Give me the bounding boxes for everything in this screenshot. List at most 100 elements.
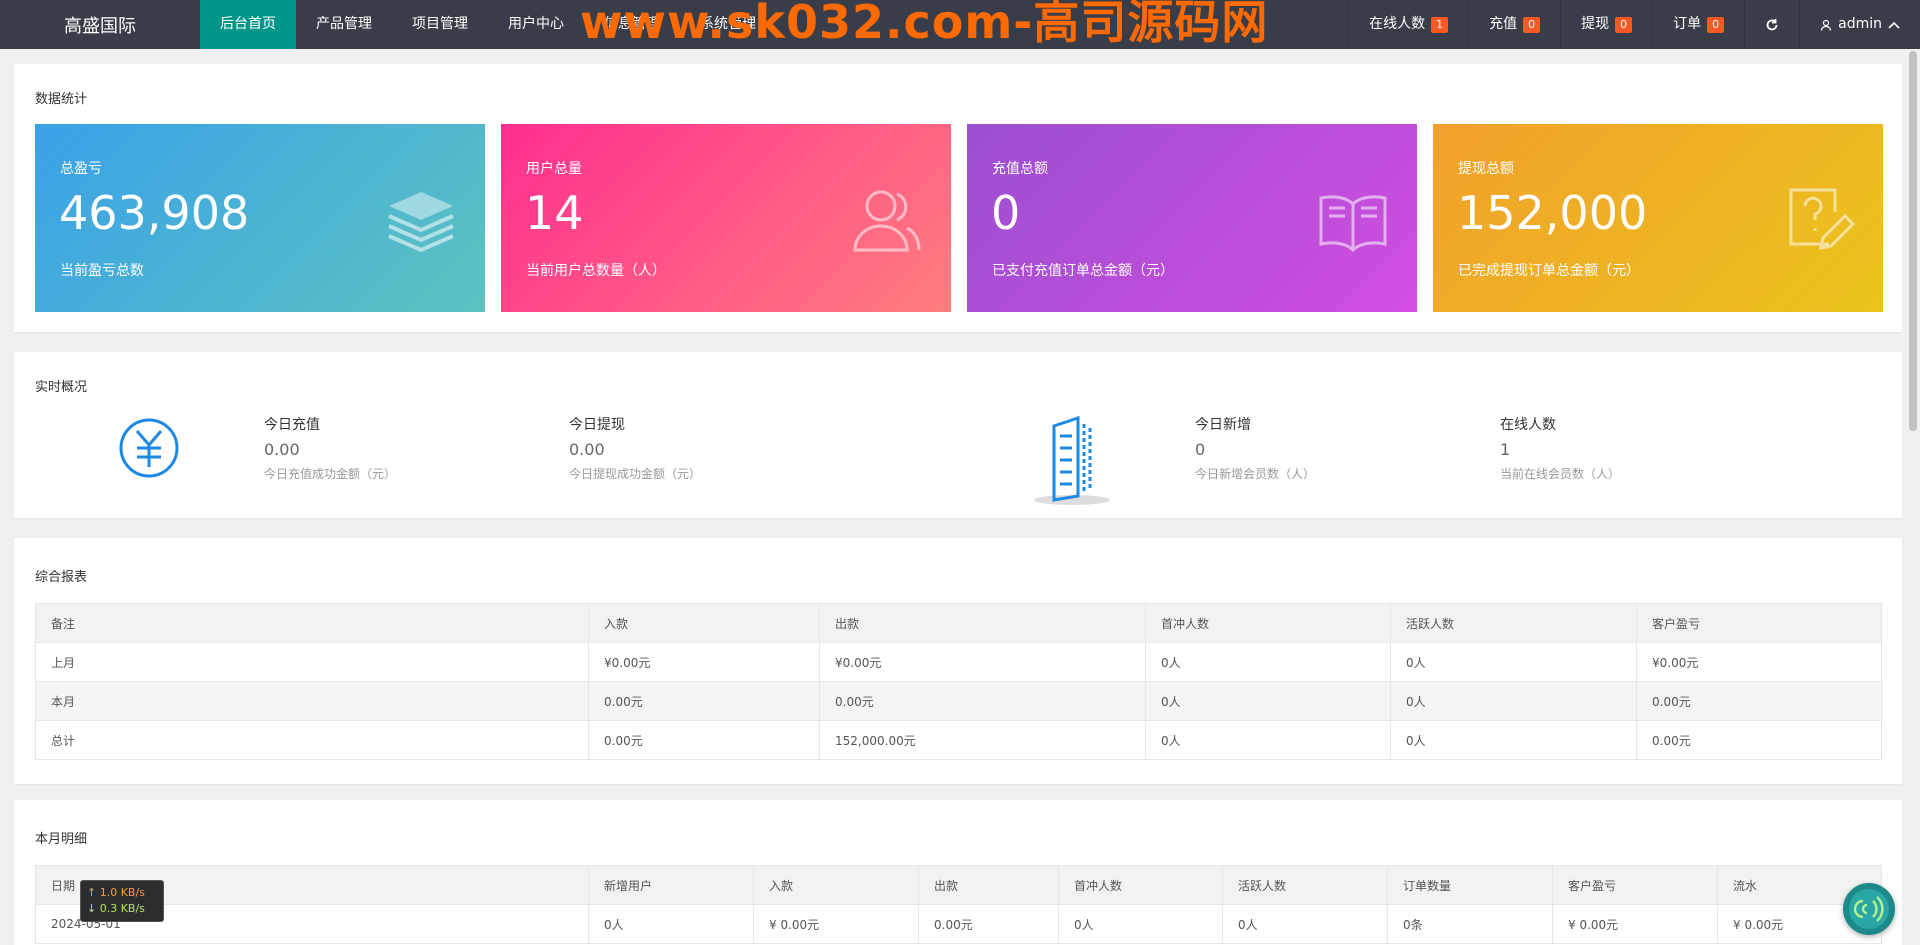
col-header: 客户盈亏 [1552,865,1718,905]
col-header: 入款 [753,865,919,905]
col-header: 订单数量 [1387,865,1553,905]
nav-system[interactable]: 系统管理 [680,0,776,49]
chevron-up-icon [1888,21,1900,29]
report-table: 备注 入款 出款 首冲人数 活跃人数 客户盈亏 上月 ¥0.00元 ¥0.00元… [35,603,1882,760]
withdraw-badge: 0 [1615,16,1633,33]
top-right-nav: 在线人数 1 充值 0 提现 0 订单 0 admin [1348,0,1920,49]
cell: 0.00元 [819,681,1146,721]
cell: 0人 [1145,642,1391,682]
cell: 总计 [35,720,589,760]
col-header: 首冲人数 [1058,865,1223,905]
cell: ¥ 0.00元 [753,904,919,944]
rt-label: 在线人数 [1500,417,1556,433]
col-header: 客户盈亏 [1636,603,1882,643]
rt-value: 0.00 [569,440,605,459]
online-members: 在线人数 1 当前在线会员数（人） [1500,414,1620,482]
orders-label: 订单 [1673,16,1702,32]
nav-users[interactable]: 用户中心 [488,0,584,49]
cell: 上月 [35,642,589,682]
site-logo[interactable]: 高盛国际 [0,12,200,38]
table-row: 总计 0.00元 152,000.00元 0人 0人 0.00元 [35,720,1882,760]
stat-card-recharge: 充值总额 0 已支付充值订单总金额（元） [967,124,1417,312]
cell: 0人 [1390,720,1637,760]
network-speed-widget: ↑ 1.0 KB/s ↓ 0.3 KB/s [80,880,164,922]
rt-value: 0 [1195,440,1206,459]
stats-panel: 数据统计 总盈亏 463,908 当前盈亏总数 用户总量 14 当前用户总数量（… [14,64,1902,332]
stat-value: 152,000 [1457,186,1648,240]
stat-label: 总盈亏 [60,161,102,177]
rt-sub: 今日充值成功金额（元） [264,467,397,481]
yuan-icon [119,418,179,478]
rt-label: 今日新增 [1195,417,1251,433]
stat-card-withdraw: 提现总额 152,000 已完成提现订单总金额（元） [1433,124,1883,312]
user-menu[interactable]: admin [1799,0,1920,49]
orders-badge: 0 [1707,16,1725,33]
nav-home[interactable]: 后台首页 [200,0,296,49]
table-row: 2024-05-01 0人 ¥ 0.00元 0.00元 0人 0人 0条 ¥ 0… [35,904,1882,944]
col-header: 活跃人数 [1222,865,1388,905]
users-icon [853,190,921,252]
nav-projects[interactable]: 项目管理 [392,0,488,49]
online-count-badge: 1 [1431,16,1449,33]
cell: 0人 [588,904,754,944]
refresh-icon [1766,18,1778,30]
report-title: 综合报表 [35,570,88,585]
main-nav: 后台首页 产品管理 项目管理 用户中心 信息管理 系统管理 [200,0,776,49]
table-header-row: 备注 入款 出款 首冲人数 活跃人数 客户盈亏 [35,603,1882,643]
scrollbar-thumb[interactable] [1909,51,1917,431]
stat-card-profit: 总盈亏 463,908 当前盈亏总数 [35,124,485,312]
stat-label: 用户总量 [526,161,582,177]
rt-value: 1 [1500,440,1511,459]
col-header: 首冲人数 [1145,603,1391,643]
refresh-button[interactable] [1744,0,1799,49]
cell: ¥0.00元 [819,642,1146,682]
rt-sub: 今日提现成功金额（元） [569,467,702,481]
rt-label: 今日充值 [264,417,320,433]
cell: 0人 [1058,904,1223,944]
nav-products[interactable]: 产品管理 [296,0,392,49]
today-new-members: 今日新增 0 今日新增会员数（人） [1195,414,1315,482]
stat-sub: 已完成提现订单总金额（元） [1458,263,1640,279]
cell: 0人 [1145,720,1391,760]
orders-link[interactable]: 订单 0 [1652,0,1744,49]
stat-card-users: 用户总量 14 当前用户总数量（人） [501,124,951,312]
online-count-label: 在线人数 [1369,16,1426,32]
cell: ¥ 0.00元 [1552,904,1718,944]
cell: 0.00元 [918,904,1059,944]
col-header: 新增用户 [588,865,754,905]
cell: ¥0.00元 [1636,642,1882,682]
cell: 0.00元 [588,720,820,760]
floating-action-button[interactable] [1843,883,1895,935]
cell: 0人 [1390,642,1637,682]
stat-sub: 当前盈亏总数 [60,263,144,279]
username: admin [1838,16,1882,32]
col-header: 入款 [588,603,820,643]
realtime-title: 实时概况 [35,380,88,395]
recharge-badge: 0 [1523,16,1541,33]
report-panel: 综合报表 备注 入款 出款 首冲人数 活跃人数 客户盈亏 上月 ¥0.00元 ¥… [14,538,1902,784]
top-navbar: 高盛国际 后台首页 产品管理 项目管理 用户中心 信息管理 系统管理 www.s… [0,0,1920,49]
col-header: 活跃人数 [1390,603,1637,643]
edit-doc-icon [1789,188,1855,250]
upload-speed: ↑ 1.0 KB/s [87,886,145,899]
withdraw-link[interactable]: 提现 0 [1560,0,1652,49]
col-header: 备注 [35,603,589,643]
scrollbar[interactable] [1906,49,1920,945]
stat-value: 0 [991,186,1021,240]
cell: 0人 [1222,904,1388,944]
today-recharge: 今日充值 0.00 今日充值成功金额（元） [264,414,396,482]
col-header: 出款 [918,865,1059,905]
rt-label: 今日提现 [569,417,625,433]
table-row: 本月 0.00元 0.00元 0人 0人 0.00元 [35,681,1882,721]
rt-sub: 今日新增会员数（人） [1195,467,1316,481]
building-icon [1034,416,1110,505]
table-row: 上月 ¥0.00元 ¥0.00元 0人 0人 ¥0.00元 [35,642,1882,682]
cell: 0人 [1145,681,1391,721]
stat-sub: 当前用户总数量（人） [526,263,666,279]
nav-info[interactable]: 信息管理 [584,0,680,49]
recharge-link[interactable]: 充值 0 [1468,0,1560,49]
user-icon [1821,19,1832,31]
cell: 本月 [35,681,589,721]
stat-label: 提现总额 [1458,161,1514,177]
online-count-link[interactable]: 在线人数 1 [1348,0,1468,49]
